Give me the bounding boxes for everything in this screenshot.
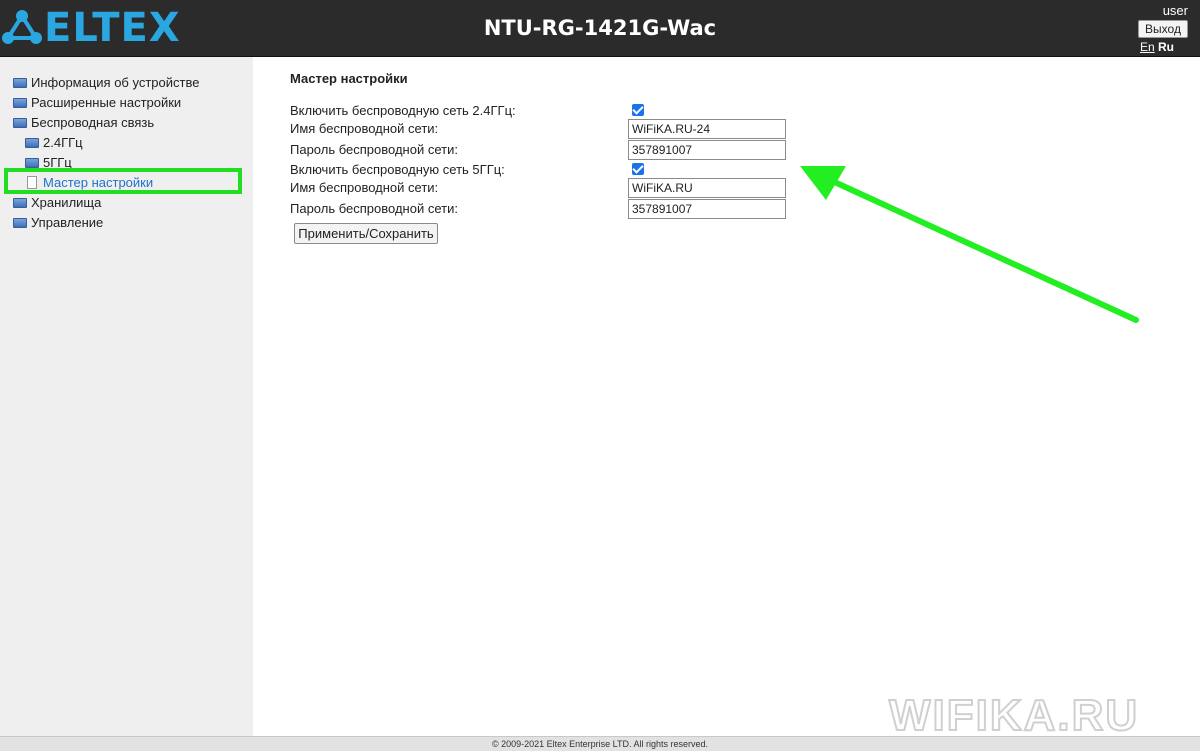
lang-en-link[interactable]: En [1140,40,1155,54]
sidebar-item-advanced-settings[interactable]: Расширенные настройки [13,93,199,113]
folder-icon [25,138,39,148]
form-row-enable-5ghz: Включить беспроводную сеть 5ГГц: [290,160,790,180]
form-label: Пароль беспроводной сети: [290,142,458,157]
sidebar-item-wireless-24ghz[interactable]: 2.4ГГц [13,133,199,153]
wifika-watermark: WIFIKA.RU [888,690,1139,740]
form-row-ssid-24ghz: Имя беспроводной сети: [290,119,790,139]
form-label: Пароль беспроводной сети: [290,201,458,216]
sidebar-item-label: Хранилища [31,195,102,210]
folder-icon [25,158,39,168]
form-row-enable-24ghz: Включить беспроводную сеть 2.4ГГц: [290,101,790,121]
annotation-arrow-icon [800,166,1139,323]
enable-5ghz-checkbox[interactable] [632,163,644,175]
sidebar-item-label: Управление [31,215,104,230]
sidebar-item-label: 2.4ГГц [43,135,83,150]
sidebar: Информация об устройстве Расширенные нас… [0,57,253,736]
sidebar-item-wireless[interactable]: Беспроводная связь [13,113,199,133]
username-label: user [1162,3,1188,18]
apply-save-button[interactable]: Применить/Сохранить [294,223,438,244]
sidebar-item-device-info[interactable]: Информация об устройстве [13,73,199,93]
watermark-text: WIFIKA.RU [889,691,1139,740]
highlight-box [4,168,242,194]
lang-ru-link[interactable]: Ru [1158,40,1174,54]
sidebar-item-management[interactable]: Управление [13,213,199,233]
form-label: Включить беспроводную сеть 5ГГц: [290,162,505,177]
ssid-5ghz-input[interactable] [628,178,786,198]
folder-icon [13,98,27,108]
user-panel: user Выход En Ru [1118,3,1188,54]
language-switch: En Ru [1118,40,1188,54]
password-24ghz-input[interactable] [628,140,786,160]
sidebar-item-label: Расширенные настройки [31,95,182,110]
folder-icon [13,78,27,88]
header-bar: ELTEX NTU-RG-1421G-Wac user Выход En Ru [0,0,1200,57]
folder-open-icon [13,118,27,128]
ssid-24ghz-input[interactable] [628,119,786,139]
device-model-title: NTU-RG-1421G-Wac [483,16,717,40]
form-row-password-24ghz: Пароль беспроводной сети: [290,140,790,160]
logout-button[interactable]: Выход [1138,20,1188,38]
form-row-password-5ghz: Пароль беспроводной сети: [290,199,790,219]
enable-24ghz-checkbox[interactable] [632,104,644,116]
password-5ghz-input[interactable] [628,199,786,219]
form-label: Имя беспроводной сети: [290,121,439,136]
page-title: Мастер настройки [290,71,408,86]
sidebar-item-label: Беспроводная связь [31,115,155,130]
form-row-ssid-5ghz: Имя беспроводной сети: [290,178,790,198]
sidebar-item-label: Информация об устройстве [31,75,200,90]
sidebar-item-storage[interactable]: Хранилища [13,193,199,213]
folder-icon [13,218,27,228]
footer: © 2009-2021 Eltex Enterprise LTD. All ri… [0,736,1200,751]
sidebar-menu: Информация об устройстве Расширенные нас… [13,73,199,233]
form-label: Имя беспроводной сети: [290,180,439,195]
form-label: Включить беспроводную сеть 2.4ГГц: [290,103,516,118]
folder-icon [13,198,27,208]
